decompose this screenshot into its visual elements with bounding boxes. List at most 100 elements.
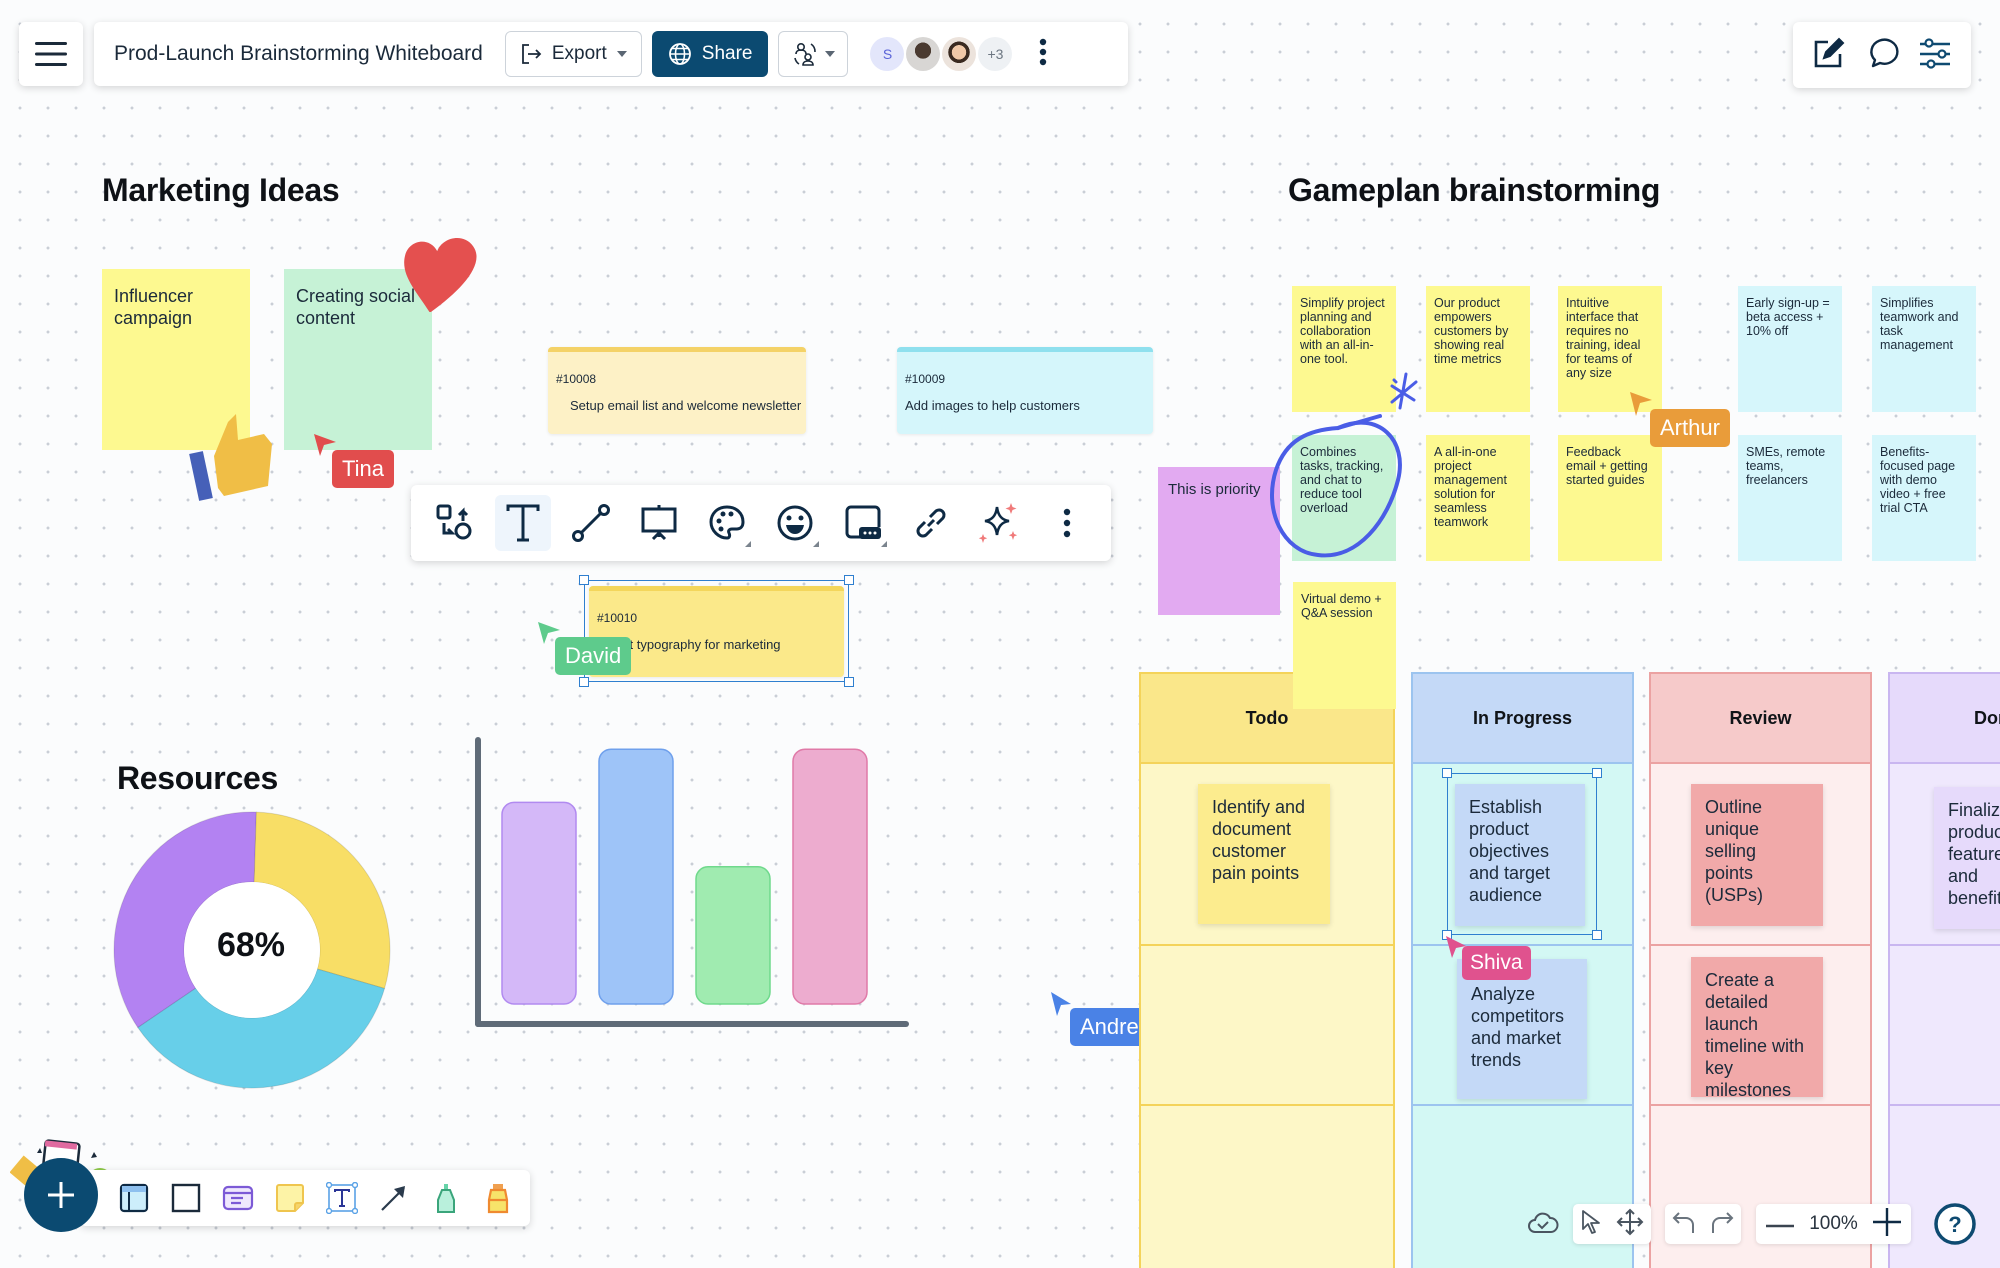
highlighter-tool[interactable] — [480, 1180, 516, 1216]
task-card[interactable]: #10009 Add images to help customers — [897, 347, 1153, 434]
cursor-label-shiva: Shiva — [1462, 946, 1531, 980]
sticky-note[interactable]: Simplifies teamwork and task management — [1872, 286, 1976, 412]
task-id: #10009 — [905, 372, 946, 386]
card-style-button[interactable] — [835, 495, 891, 551]
hamburger-menu-icon — [35, 42, 67, 66]
undo-button[interactable] — [1671, 1209, 1697, 1240]
more-options-button[interactable] — [1039, 495, 1095, 551]
presentation-button[interactable] — [631, 495, 687, 551]
resize-handle[interactable] — [844, 677, 854, 687]
kanban-row-divider — [1890, 1104, 2000, 1106]
thumbs-up-sticker-icon[interactable] — [188, 404, 280, 504]
zoom-level[interactable]: 100% — [1809, 1213, 1858, 1235]
sticky-note[interactable]: A all-in-one project management solution… — [1426, 435, 1530, 561]
avatar[interactable] — [906, 37, 941, 71]
text-box-tool[interactable] — [324, 1180, 360, 1216]
rectangle-icon — [171, 1183, 201, 1213]
emoji-icon — [777, 505, 813, 541]
kanban-column-header[interactable]: In Progress — [1413, 674, 1632, 764]
avatar-overflow-count[interactable]: +3 — [978, 37, 1013, 71]
rectangle-tool[interactable] — [168, 1180, 204, 1216]
template-tool[interactable] — [116, 1180, 152, 1216]
task-card[interactable]: #10008 Setup email list and welcome news… — [548, 347, 806, 434]
sticky-note[interactable]: Virtual demo + Q&A session — [1293, 582, 1396, 709]
kanban-card[interactable]: Identify and document customer pain poin… — [1198, 784, 1330, 924]
main-menu-button[interactable] — [19, 22, 83, 86]
resources-heading: Resources — [117, 760, 278, 796]
kanban-card[interactable]: Create a detailed launch timeline with k… — [1691, 957, 1823, 1097]
kanban-card[interactable]: Outline unique selling points (USPs) — [1691, 784, 1823, 926]
priority-sticky-note[interactable]: This is priority — [1158, 467, 1280, 615]
add-button[interactable] — [24, 1158, 98, 1232]
zoom-in-button[interactable] — [1872, 1207, 1901, 1241]
convert-shape-button[interactable] — [427, 495, 483, 551]
resize-handle[interactable] — [1442, 768, 1452, 778]
cursor-label-tina: Tina — [332, 450, 394, 488]
avatar[interactable] — [942, 37, 977, 71]
sticky-note-text: Simplify project planning and collaborat… — [1300, 296, 1385, 366]
help-icon: ? — [1934, 1203, 1976, 1245]
select-tool-button[interactable] — [1580, 1209, 1602, 1240]
more-options-button[interactable] — [1038, 38, 1048, 71]
history-group — [1665, 1204, 1741, 1244]
sticky-note[interactable]: Feedback email + getting started guides — [1558, 435, 1662, 561]
sticky-note[interactable]: SMEs, remote teams, freelancers — [1738, 435, 1842, 561]
sticky-note[interactable]: Our product empowers customers by showin… — [1426, 286, 1530, 412]
bar-chart[interactable] — [470, 730, 920, 1040]
arrow-tool[interactable] — [376, 1180, 412, 1216]
connector-button[interactable] — [563, 495, 619, 551]
marker-tool[interactable] — [428, 1180, 464, 1216]
export-icon — [521, 44, 542, 64]
document-title[interactable]: Prod-Launch Brainstorming Whiteboard — [114, 42, 483, 66]
text-icon — [506, 504, 540, 542]
export-button[interactable]: Export — [504, 31, 642, 77]
sticky-note[interactable]: Early sign-up = beta access + 10% off — [1738, 286, 1842, 412]
settings-button[interactable] — [1918, 36, 1952, 75]
edit-note-icon — [1815, 37, 1845, 67]
resize-handle[interactable] — [579, 575, 589, 585]
share-button[interactable]: Share — [651, 31, 769, 77]
zoom-control: 100% — [1756, 1204, 1911, 1244]
avatar[interactable]: S — [870, 37, 905, 71]
help-button[interactable]: ? — [1933, 1202, 1977, 1251]
heart-sticker-icon[interactable] — [402, 228, 486, 312]
link-button[interactable] — [903, 495, 959, 551]
resize-handle[interactable] — [844, 575, 854, 585]
resize-handle[interactable] — [1592, 930, 1602, 940]
sticky-note-text: Benefits-focused page with demo video + … — [1880, 445, 1956, 515]
sticky-note-text: Influencer campaign — [114, 286, 194, 328]
zoom-out-button[interactable] — [1766, 1215, 1794, 1233]
emoji-button[interactable] — [767, 495, 823, 551]
freehand-drawing[interactable] — [1268, 370, 1428, 570]
comments-button[interactable] — [1865, 36, 1899, 75]
bar-A[interactable] — [501, 801, 577, 1005]
ai-assist-button[interactable] — [971, 495, 1027, 551]
redo-button[interactable] — [1709, 1209, 1735, 1240]
kanban-column-header[interactable]: Review — [1651, 674, 1870, 764]
kanban-card-text: Analyze competitors and market trends — [1471, 984, 1565, 1070]
undo-icon — [1672, 1211, 1694, 1233]
kanban-row-divider — [1890, 944, 2000, 946]
kanban-row-divider — [1413, 1104, 1632, 1106]
presentation-icon — [641, 505, 677, 541]
kanban-column-header[interactable]: Done — [1890, 674, 2000, 764]
sticky-note-tool[interactable] — [272, 1180, 308, 1216]
text-tool-button[interactable] — [495, 495, 551, 551]
context-toolbar — [411, 485, 1111, 561]
plus-icon — [48, 1182, 74, 1208]
bar-B[interactable] — [598, 748, 674, 1005]
card-tool[interactable] — [220, 1180, 256, 1216]
bar-C[interactable] — [695, 866, 771, 1005]
kanban-card[interactable]: Analyze competitors and market trends — [1457, 959, 1587, 1099]
collaborators-button[interactable] — [778, 31, 849, 77]
resize-handle[interactable] — [579, 677, 589, 687]
highlighter-icon — [487, 1184, 509, 1214]
resize-handle[interactable] — [1592, 768, 1602, 778]
kanban-card[interactable]: Finalize product features and benefits — [1934, 787, 2000, 929]
sticky-note[interactable]: Benefits-focused page with demo video + … — [1872, 435, 1976, 561]
color-palette-button[interactable] — [699, 495, 755, 551]
bar-D[interactable] — [792, 748, 868, 1005]
kanban-card-text: Finalize product features and benefits — [1948, 800, 2000, 908]
notes-button[interactable] — [1812, 36, 1846, 75]
pan-tool-button[interactable] — [1616, 1208, 1644, 1241]
